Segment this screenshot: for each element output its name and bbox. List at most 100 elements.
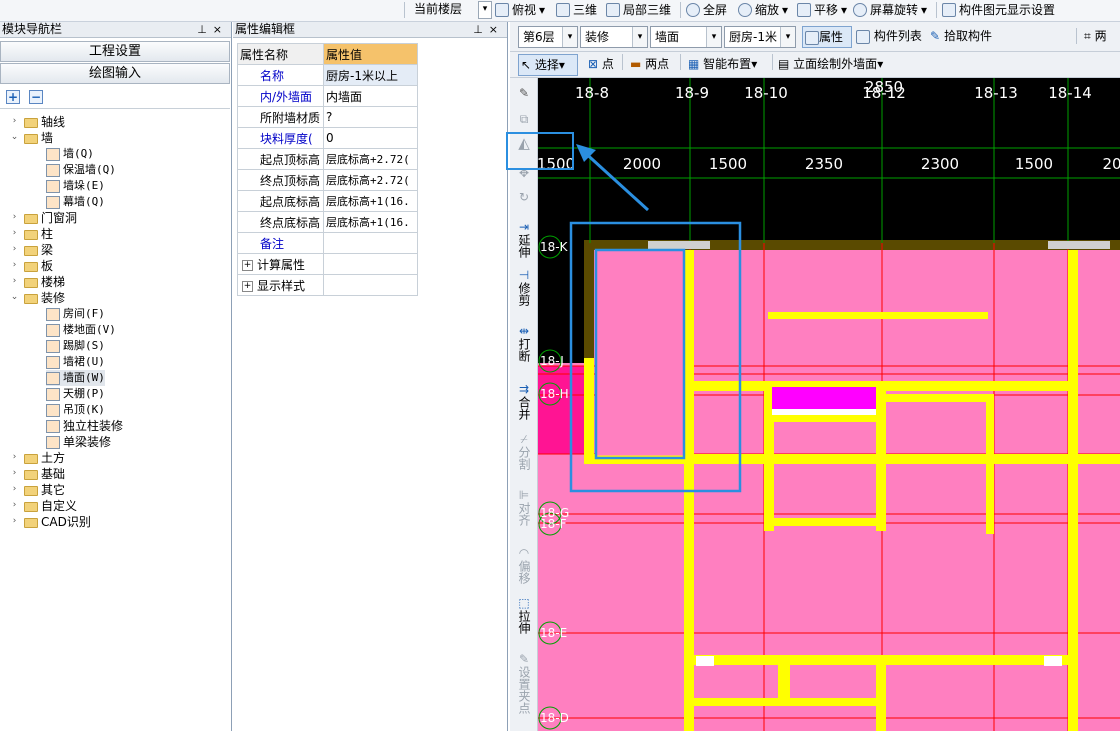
prop-value-input[interactable]: 层底标高+1(16. (323, 190, 418, 212)
tree-item-room[interactable]: 房间(F) (46, 306, 105, 322)
copy-icon[interactable]: ⧉ (513, 112, 535, 126)
property-title: 属性编辑框 (235, 22, 296, 36)
select-button[interactable]: ↖ 选择▾ (518, 54, 578, 76)
col-header-value: 属性值 (323, 43, 418, 65)
offset-icon: ◠ (518, 546, 530, 560)
column-finish-icon (46, 420, 60, 433)
tree-item-custom[interactable]: › 自定义 (10, 498, 77, 514)
tree-item-beam[interactable]: › 梁 (10, 242, 53, 258)
table-row[interactable]: + 计算属性 (237, 253, 418, 275)
extend-button[interactable]: ⇥ 延伸 (513, 220, 535, 261)
prop-value-input[interactable]: 层底标高+2.72( (323, 169, 418, 191)
tree-item-curtain-wall[interactable]: 幕墙(Q) (46, 194, 105, 210)
three-d-button[interactable]: 三维 (556, 0, 597, 20)
table-row[interactable]: 名称 厨房-1米以上 (237, 64, 418, 86)
element-display-button[interactable]: 构件图元显示设置 (942, 0, 1055, 20)
table-row[interactable]: 块料厚度( 0 (237, 127, 418, 149)
tree-item-beam-finish[interactable]: 单梁装修 (46, 434, 111, 450)
tree-item-earthwork[interactable]: › 土方 (10, 450, 65, 466)
table-row[interactable]: 终点顶标高 层底标高+2.72( (237, 169, 418, 191)
prop-value-input[interactable] (323, 232, 418, 254)
trim-button[interactable]: ⊣ 修剪 (513, 268, 535, 309)
plus-icon[interactable]: + (242, 280, 253, 292)
nav-divider (0, 108, 230, 109)
brush-icon[interactable]: ✎ (513, 86, 535, 100)
cube-icon (495, 3, 509, 17)
table-row[interactable]: 所附墙材质 ? (237, 106, 418, 128)
element-select[interactable]: 厨房-1米 ▾ (724, 26, 796, 48)
tree-item-dado[interactable]: 墙裙(U) (46, 354, 105, 370)
toolbar-separator (936, 2, 937, 18)
table-row[interactable]: + 显示样式 (237, 274, 418, 296)
tree-item-slab[interactable]: › 板 (10, 258, 53, 274)
table-row[interactable]: 终点底标高 层底标高+1(16. (237, 211, 418, 233)
zoom-button[interactable]: 缩放 ▾ (738, 0, 788, 20)
offset-button[interactable]: ◠ 偏移 (513, 546, 535, 587)
tree-item-decoration[interactable]: ⌄ 装修 (10, 290, 65, 306)
prop-group-display[interactable]: + 显示样式 (237, 274, 324, 296)
tree-item-suspended-ceiling[interactable]: 吊顶(K) (46, 402, 105, 418)
local-3d-button[interactable]: 局部三维 (606, 0, 671, 20)
point-button[interactable]: ⊠ 点 (588, 54, 614, 76)
plus-icon[interactable]: + (242, 259, 253, 271)
tree-item-openings[interactable]: › 门窗洞 (10, 210, 77, 226)
table-row[interactable]: 起点底标高 层底标高+1(16. (237, 190, 418, 212)
grid-icon: ⌗ (1084, 29, 1091, 43)
collapse-all-icon[interactable]: − (29, 90, 43, 104)
prop-value-input[interactable]: ? (323, 106, 418, 128)
property-header-buttons[interactable]: ⊥× (473, 22, 504, 37)
element-list-button[interactable]: 构件列表 (856, 26, 922, 48)
attributes-button[interactable]: 属性 (802, 26, 852, 48)
floor-select[interactable]: 第6层 ▾ (518, 26, 578, 48)
prop-value-input[interactable]: 层底标高+2.72( (323, 148, 418, 170)
full-screen-button[interactable]: 全屏 (686, 0, 727, 20)
prop-value (323, 253, 418, 275)
tree-item-wall-q[interactable]: 墙(Q) (46, 146, 94, 162)
project-settings-button[interactable]: 工程设置 (0, 41, 230, 62)
table-row[interactable]: 起点顶标高 层底标高+2.72( (237, 148, 418, 170)
tree-item-ceiling[interactable]: 天棚(P) (46, 386, 105, 402)
table-row[interactable]: 备注 (237, 232, 418, 254)
align-button[interactable]: ⊫ 对齐 (513, 488, 535, 529)
tree-item-other[interactable]: › 其它 (10, 482, 65, 498)
tree-item-column[interactable]: › 柱 (10, 226, 53, 242)
two-points-button[interactable]: ▬ 两点 (630, 54, 669, 76)
split-button[interactable]: ⌿ 分割 (513, 432, 535, 473)
tree-item-wall-surface[interactable]: 墙面(W) (46, 370, 105, 386)
tree-item-insulation-wall[interactable]: 保温墙(Q) (46, 162, 116, 178)
prop-value-input[interactable]: 0 (323, 127, 418, 149)
prop-value-input[interactable]: 层底标高+1(16. (323, 211, 418, 233)
table-row[interactable]: 内/外墙面 内墙面 (237, 85, 418, 107)
tree-item-cad[interactable]: › CAD识别 (10, 514, 91, 530)
merge-button[interactable]: ⇉ 合并 (513, 382, 535, 423)
elevation-wall-button[interactable]: ▤ 立面绘制外墙面▾ (778, 54, 883, 76)
nav-header-buttons[interactable]: ⊥× (197, 22, 228, 37)
rotate-button[interactable]: 屏幕旋转 ▾ (853, 0, 927, 20)
type-select[interactable]: 墙面 ▾ (650, 26, 722, 48)
top-view-button[interactable]: ▾ 俯视 ▾ (478, 0, 545, 20)
stretch-button[interactable]: ⬚ 拉伸 (513, 596, 535, 637)
pan-button[interactable]: 平移 ▾ (797, 0, 847, 20)
pick-element-button[interactable]: ✎ 拾取构件 (930, 26, 992, 48)
prop-name: 内/外墙面 (237, 85, 324, 107)
rotate-icon[interactable]: ↻ (513, 190, 535, 204)
two-button[interactable]: ⌗ 两 (1084, 26, 1107, 48)
set-grip-button[interactable]: ✎ 设置夹点 (513, 652, 535, 717)
prop-value-input[interactable]: 内墙面 (323, 85, 418, 107)
tree-item-skirting[interactable]: 踢脚(S) (46, 338, 105, 354)
tree-item-stairs[interactable]: › 楼梯 (10, 274, 65, 290)
expand-all-icon[interactable]: + (6, 90, 20, 104)
smart-layout-button[interactable]: ▦ 智能布置▾ (688, 54, 757, 76)
prop-group-calc[interactable]: + 计算属性 (237, 253, 324, 275)
tree-item-axis[interactable]: › 轴线 (10, 114, 65, 130)
drawing-input-button[interactable]: 绘图输入 (0, 63, 230, 84)
tree-item-column-finish[interactable]: 独立柱装修 (46, 418, 123, 434)
break-button[interactable]: ⇹ 打断 (513, 324, 535, 365)
tree-item-wall[interactable]: ⌄ 墙 (10, 130, 53, 146)
current-floor-label[interactable]: 当前楼层 (414, 0, 462, 20)
category-select[interactable]: 装修 ▾ (580, 26, 648, 48)
tree-item-pilaster[interactable]: 墙垛(E) (46, 178, 105, 194)
prop-value-input[interactable]: 厨房-1米以上 (323, 64, 418, 86)
tree-item-foundation[interactable]: › 基础 (10, 466, 65, 482)
tree-item-floor-finish[interactable]: 楼地面(V) (46, 322, 116, 338)
